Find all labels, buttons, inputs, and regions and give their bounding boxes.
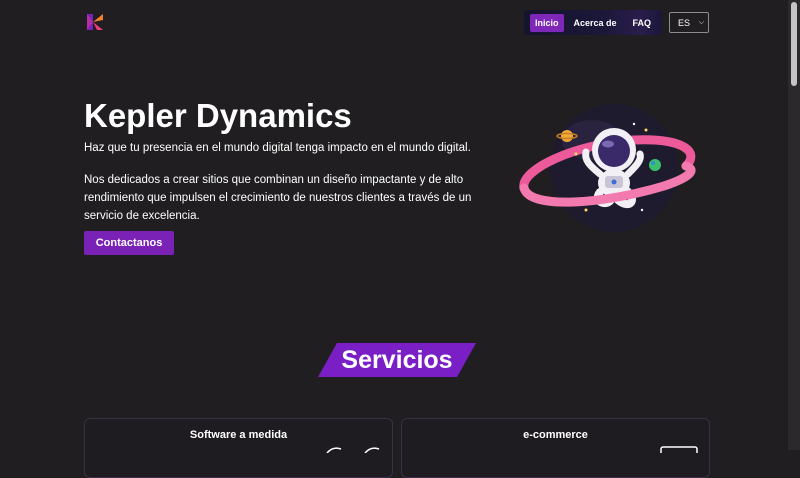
service-card-title: Software a medida <box>189 429 288 441</box>
nav-item-acerca-de[interactable]: Acerca de <box>574 14 617 32</box>
astronaut-planet-illustration <box>519 104 696 232</box>
language-value: ES <box>678 17 691 28</box>
services-title: Servicios <box>341 346 453 374</box>
monitor-icon <box>660 446 698 453</box>
service-card-ecommerce[interactable]: e-commerce <box>401 418 710 478</box>
service-card-software[interactable]: Software a medida <box>84 418 393 478</box>
kepler-logo-icon[interactable] <box>85 12 105 32</box>
code-brackets-icon <box>326 447 380 453</box>
contact-button[interactable]: Contactanos <box>84 231 174 255</box>
page-scrollbar[interactable] <box>788 0 800 450</box>
language-select[interactable]: ES ⌵ <box>669 12 709 33</box>
hero-title: Kepler Dynamics <box>84 97 352 134</box>
scrollbar-thumb[interactable] <box>791 2 797 86</box>
hero-description: Nos dedicados a crear sitios que combina… <box>84 174 472 222</box>
hero-tagline: Haz que tu presencia en el mundo digital… <box>84 142 471 154</box>
services-banner: Servicios <box>318 343 476 377</box>
service-card-title: e-commerce <box>523 429 588 441</box>
nav-item-inicio[interactable]: Inicio <box>530 13 564 32</box>
chevron-down-icon: ⌵ <box>698 18 704 26</box>
nav-item-faq[interactable]: FAQ <box>628 10 653 35</box>
main-nav: Inicio Acerca de FAQ <box>524 10 662 35</box>
